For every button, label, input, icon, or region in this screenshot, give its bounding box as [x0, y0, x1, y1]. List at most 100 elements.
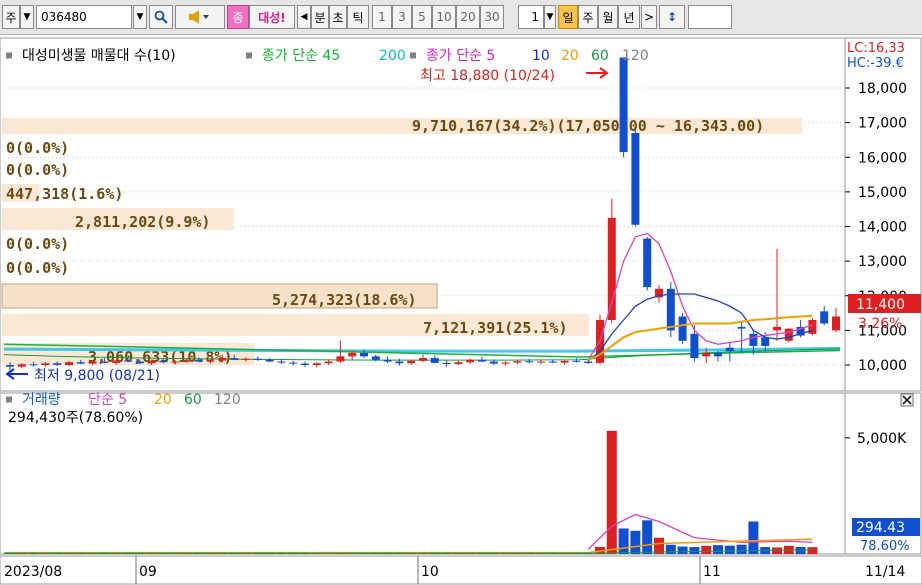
- legend-ma5: 종가 단순 5: [426, 48, 495, 64]
- count-input[interactable]: 1: [518, 5, 544, 29]
- legend-volume-current: 294,430주(78.60%): [8, 410, 143, 426]
- legend-volume-ma60: 60: [184, 392, 202, 408]
- interval-5[interactable]: 5: [412, 5, 432, 29]
- candle-body: [419, 358, 427, 361]
- legend-ma120: 120: [622, 48, 649, 64]
- market-dropdown-icon[interactable]: ▼: [20, 5, 34, 29]
- tab-minute[interactable]: 분: [311, 5, 329, 29]
- volume-bar: [606, 430, 617, 554]
- chart-area: 18,00017,00016,00015,00014,00013,00012,0…: [0, 36, 922, 585]
- price-tick-label: 10,000: [858, 358, 907, 374]
- stock-code-value: 036480: [41, 10, 87, 24]
- toolbar: 주 ▼ 036480 ▼ 종 대성! ◀ 분 초 틱 1 3 5 10 20 3…: [0, 0, 922, 35]
- chart-type-button[interactable]: 종: [227, 5, 249, 29]
- candle-body: [112, 360, 121, 363]
- x-axis-label: 11/14: [865, 564, 905, 580]
- candle-body: [678, 316, 687, 341]
- stock-code-input[interactable]: 036480: [36, 5, 132, 29]
- search-button[interactable]: [149, 5, 173, 29]
- hc-label: HC:-39.€: [847, 56, 904, 71]
- candle-body: [277, 361, 286, 363]
- volume-tick-label: 5,000K: [857, 431, 907, 447]
- candle-body: [65, 362, 73, 365]
- volume-bar: [736, 544, 747, 554]
- candle-body: [395, 361, 404, 364]
- candle-body: [289, 362, 298, 364]
- code-dropdown-icon[interactable]: ▼: [133, 5, 147, 29]
- candle-body: [489, 361, 498, 364]
- market-label: 주: [5, 10, 17, 25]
- legend-price-title: 대성미생물 매물대 수(10): [22, 48, 176, 64]
- legend-volume-ma20: 20: [154, 392, 172, 408]
- extra-input[interactable]: [688, 5, 732, 29]
- volume-profile-label: 0(0.0%): [6, 161, 69, 179]
- candle-body: [572, 360, 581, 362]
- candle-body: [478, 359, 486, 362]
- candle-body: [466, 359, 475, 363]
- candle-body: [442, 362, 451, 364]
- tab-tick-label: 틱: [352, 10, 364, 25]
- tab-year[interactable]: 년: [618, 5, 640, 29]
- tab-month[interactable]: 월: [598, 5, 618, 29]
- candle-body: [76, 362, 85, 364]
- volume-bar: [677, 546, 688, 554]
- period-next-button[interactable]: >: [641, 5, 657, 29]
- tab-tick[interactable]: 틱: [347, 5, 369, 29]
- interval-10[interactable]: 10: [432, 5, 456, 29]
- count-value: 1: [531, 10, 539, 24]
- interval-3-label: 3: [398, 10, 406, 24]
- market-selector[interactable]: 주: [2, 5, 20, 29]
- candle-body: [253, 358, 262, 360]
- magnifier-icon: [154, 10, 168, 24]
- tab-week-label: 주: [582, 10, 594, 25]
- candle-body: [218, 358, 227, 361]
- candle-body: [749, 333, 758, 346]
- candle-body: [820, 311, 829, 324]
- candle-body: [194, 359, 203, 362]
- candle-body: [371, 356, 380, 360]
- lc-label: LC:16,33: [847, 41, 905, 56]
- candle-body: [643, 238, 652, 288]
- candle-body: [124, 360, 132, 362]
- price-tick-label: 13,000: [858, 254, 907, 270]
- candle-body: [6, 365, 14, 367]
- interval-30[interactable]: 30: [480, 5, 504, 29]
- candle-body: [336, 356, 345, 362]
- alert-sound-button[interactable]: [175, 5, 225, 29]
- interval-5-label: 5: [418, 10, 426, 24]
- volume-bar: [713, 545, 723, 554]
- tab-year-label: 년: [623, 10, 635, 25]
- candle-body: [430, 358, 439, 363]
- interval-3[interactable]: 3: [392, 5, 412, 29]
- interval-1[interactable]: 1: [372, 5, 392, 29]
- volume-profile-label: 9,710,167(34.2%)(17,050.00 ~ 16,343.00): [412, 117, 764, 135]
- candle-body: [725, 347, 734, 352]
- tab-week[interactable]: 주: [578, 5, 598, 29]
- price-volume-chart[interactable]: 18,00017,00016,00015,00014,00013,00012,0…: [0, 36, 922, 585]
- candle-body: [714, 352, 722, 357]
- price-tick-label: 18,000: [858, 81, 907, 97]
- candle-body: [784, 328, 793, 341]
- volume-bar: [724, 545, 735, 554]
- updown-arrow-icon[interactable]: ↕: [659, 5, 685, 29]
- count-dropdown-icon[interactable]: ▼: [544, 5, 556, 29]
- legend-volume-ma5: 단순 5: [88, 392, 127, 408]
- period-prev-button[interactable]: ◀: [297, 5, 311, 29]
- volume-bar: [642, 520, 653, 554]
- tab-minute-label: 분: [314, 10, 326, 25]
- tab-second[interactable]: 초: [329, 5, 347, 29]
- candle-body: [383, 359, 392, 362]
- legend-ma200: 200: [379, 48, 406, 64]
- tab-second-label: 초: [332, 10, 344, 25]
- interval-20-label: 20: [460, 10, 476, 24]
- candle-body: [324, 361, 333, 364]
- interval-20[interactable]: 20: [456, 5, 480, 29]
- candle-body: [631, 133, 640, 225]
- volume-profile-label: 447,318(1.6%): [6, 185, 123, 203]
- tab-day[interactable]: 일: [558, 5, 578, 29]
- x-axis-label: 2023/08: [4, 564, 62, 580]
- candle-body: [183, 359, 191, 362]
- candle-body: [17, 364, 26, 367]
- volume-bar: [748, 521, 759, 554]
- candle-body: [312, 363, 321, 365]
